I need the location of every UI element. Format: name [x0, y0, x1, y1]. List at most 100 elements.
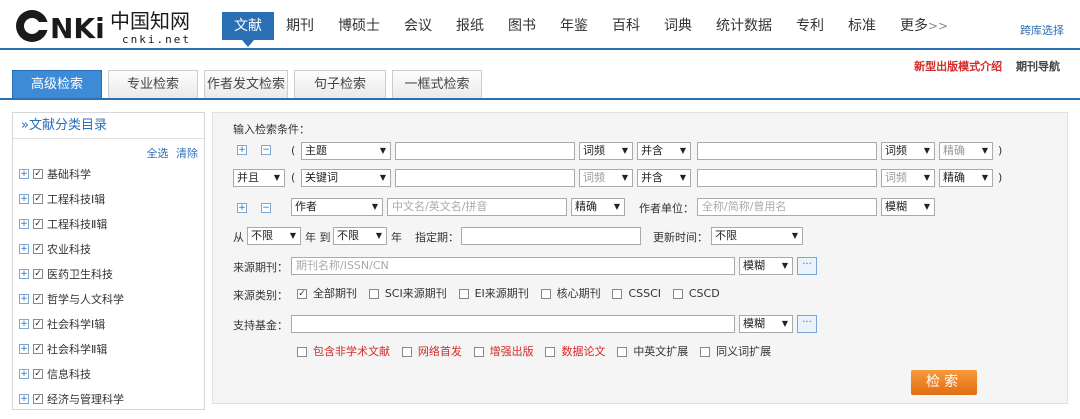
- frequency-select-2a[interactable]: 词频: [579, 169, 633, 187]
- list-item[interactable]: + ✓ 工程科技Ⅰ辑: [19, 186, 124, 211]
- nav-item-journal[interactable]: 期刊: [274, 12, 326, 40]
- expand-icon[interactable]: +: [19, 318, 29, 329]
- tab-professional-search[interactable]: 专业检索: [108, 70, 198, 98]
- unit-match-select[interactable]: 模糊: [881, 198, 935, 216]
- bool-select-2[interactable]: 并含: [637, 169, 691, 187]
- keyword-input-2a[interactable]: [395, 169, 575, 187]
- fund-picker-button[interactable]: ···: [797, 315, 817, 333]
- checkbox[interactable]: ✓: [33, 368, 43, 379]
- nav-item-thesis[interactable]: 博硕士: [326, 12, 392, 40]
- option-cscd[interactable]: CSCD: [672, 287, 720, 300]
- expand-icon[interactable]: +: [19, 343, 29, 354]
- author-name-input[interactable]: 中文名/英文名/拼音: [387, 198, 567, 216]
- checkbox[interactable]: ✓: [33, 318, 43, 329]
- remove-author-icon[interactable]: −: [261, 203, 271, 213]
- nav-item-patent[interactable]: 专利: [784, 12, 836, 40]
- list-item[interactable]: + ✓ 医药卫生科技: [19, 261, 124, 286]
- expand-icon[interactable]: +: [19, 268, 29, 279]
- journal-picker-button[interactable]: ···: [797, 257, 817, 275]
- list-item[interactable]: + ✓ 工程科技Ⅱ辑: [19, 211, 124, 236]
- checkbox[interactable]: [617, 347, 628, 357]
- match-select-2[interactable]: 精确: [939, 169, 993, 187]
- nav-item-yearbook[interactable]: 年鉴: [548, 12, 600, 40]
- author-unit-input[interactable]: 全称/简称/曾用名: [697, 198, 877, 216]
- expand-icon[interactable]: +: [19, 243, 29, 254]
- nav-item-more[interactable]: 更多>>: [888, 12, 960, 40]
- frequency-select-1a[interactable]: 词频: [579, 142, 633, 160]
- select-all-link[interactable]: 全选: [147, 147, 169, 160]
- option-sci[interactable]: SCI来源期刊: [368, 285, 447, 301]
- tab-sentence-search[interactable]: 句子检索: [294, 70, 386, 98]
- list-item[interactable]: + ✓ 信息科技: [19, 361, 124, 386]
- checkbox[interactable]: ✓: [33, 168, 43, 179]
- checkbox[interactable]: [672, 289, 683, 299]
- checkbox[interactable]: ✓: [33, 343, 43, 354]
- match-select-1[interactable]: 精确: [939, 142, 993, 160]
- list-item[interactable]: + ✓ 基础科学: [19, 161, 124, 186]
- remove-row-icon[interactable]: −: [261, 145, 271, 155]
- option-enhanced[interactable]: 增强出版: [473, 343, 534, 359]
- clear-link[interactable]: 清除: [176, 147, 198, 160]
- keyword-input-1b[interactable]: [697, 142, 877, 160]
- nav-item-conference[interactable]: 会议: [392, 12, 444, 40]
- specified-date-input[interactable]: [461, 227, 641, 245]
- checkbox[interactable]: [540, 289, 551, 299]
- tab-author-search[interactable]: 作者发文检索: [204, 70, 288, 98]
- list-item[interactable]: + ✓ 经济与管理科学: [19, 386, 124, 411]
- nav-item-newspaper[interactable]: 报纸: [444, 12, 496, 40]
- nav-item-dictionary[interactable]: 词典: [652, 12, 704, 40]
- field-select-1[interactable]: 主题: [301, 142, 391, 160]
- nav-item-statistics[interactable]: 统计数据: [704, 12, 784, 40]
- update-time-select[interactable]: 不限: [711, 227, 803, 245]
- author-match-select[interactable]: 精确: [571, 198, 625, 216]
- option-core[interactable]: 核心期刊: [540, 285, 601, 301]
- add-row-icon[interactable]: +: [237, 145, 247, 155]
- frequency-select-2b[interactable]: 词频: [881, 169, 935, 187]
- tab-advanced-search[interactable]: 高级检索: [12, 70, 102, 98]
- nav-item-book[interactable]: 图书: [496, 12, 548, 40]
- option-cn-en-expand[interactable]: 中英文扩展: [617, 343, 688, 359]
- option-data-paper[interactable]: 数据论文: [545, 343, 605, 359]
- checkbox[interactable]: ✓: [33, 193, 43, 204]
- expand-icon[interactable]: +: [19, 193, 29, 204]
- list-item[interactable]: + ✓ 社会科学Ⅱ辑: [19, 336, 124, 361]
- list-item[interactable]: + ✓ 农业科技: [19, 236, 124, 261]
- checkbox[interactable]: ✓: [33, 218, 43, 229]
- checkbox[interactable]: ✓: [297, 289, 307, 299]
- option-synonym-expand[interactable]: 同义词扩展: [700, 343, 771, 359]
- checkbox[interactable]: [368, 289, 379, 299]
- expand-icon[interactable]: +: [19, 168, 29, 179]
- list-item[interactable]: + ✓ 哲学与人文科学: [19, 286, 124, 311]
- source-journal-input[interactable]: 期刊名称/ISSN/CN: [291, 257, 735, 275]
- checkbox[interactable]: ✓: [33, 293, 43, 304]
- nav-item-literature[interactable]: 文献: [222, 12, 274, 47]
- checkbox[interactable]: [700, 347, 711, 357]
- checkbox[interactable]: [612, 289, 623, 299]
- journal-match-select[interactable]: 模糊: [739, 257, 793, 275]
- to-year-select[interactable]: 不限: [333, 227, 387, 245]
- fund-match-select[interactable]: 模糊: [739, 315, 793, 333]
- from-year-select[interactable]: 不限: [247, 227, 301, 245]
- frequency-select-1b[interactable]: 词频: [881, 142, 935, 160]
- expand-icon[interactable]: +: [19, 393, 29, 404]
- checkbox[interactable]: ✓: [33, 268, 43, 279]
- nav-item-encyclopedia[interactable]: 百科: [600, 12, 652, 40]
- checkbox[interactable]: [545, 347, 556, 357]
- option-non-academic[interactable]: 包含非学术文献: [297, 343, 390, 359]
- author-field-select[interactable]: 作者: [291, 198, 383, 216]
- field-select-2[interactable]: 关键词: [301, 169, 391, 187]
- checkbox[interactable]: [401, 347, 412, 357]
- keyword-input-1a[interactable]: [395, 142, 575, 160]
- expand-icon[interactable]: +: [19, 293, 29, 304]
- expand-icon[interactable]: +: [19, 368, 29, 379]
- logic-select-2[interactable]: 并且: [233, 169, 285, 187]
- add-author-icon[interactable]: +: [237, 203, 247, 213]
- option-ei[interactable]: EI来源期刊: [458, 285, 529, 301]
- cnki-logo[interactable]: NKi 中国知网 cnki.net: [14, 6, 194, 46]
- keyword-input-2b[interactable]: [697, 169, 877, 187]
- option-all-journals[interactable]: ✓ 全部期刊: [297, 285, 357, 301]
- nav-item-standard[interactable]: 标准: [836, 12, 888, 40]
- checkbox[interactable]: [473, 347, 484, 357]
- checkbox[interactable]: [297, 347, 307, 357]
- checkbox[interactable]: ✓: [33, 393, 43, 404]
